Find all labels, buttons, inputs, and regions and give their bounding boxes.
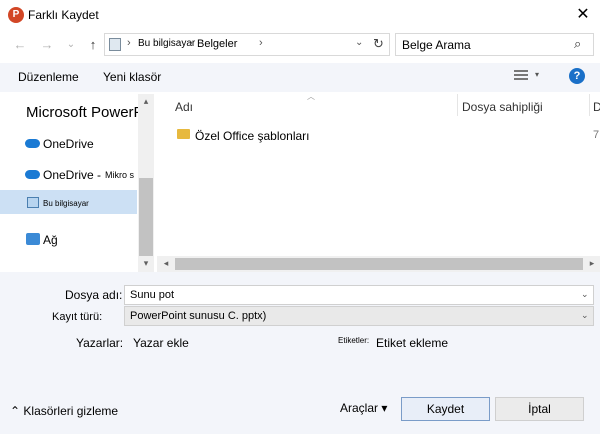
filetype-value: PowerPoint sunusu C. pptx)	[130, 310, 267, 322]
navigation-pane: Microsoft PowerPC 'e OneDrive OneDrive -…	[0, 94, 154, 272]
network-icon	[26, 233, 40, 245]
column-divider[interactable]	[589, 94, 590, 116]
filetype-select[interactable]: PowerPoint sunusu C. pptx) ⌄	[124, 306, 594, 326]
hide-folders-button[interactable]: ⌃ Klasörleri gizleme	[10, 404, 118, 418]
computer-icon	[109, 38, 121, 51]
address-separator[interactable]: ›	[127, 37, 131, 49]
breadcrumb-belgeler[interactable]: Belgeler	[197, 38, 237, 50]
scroll-up-icon[interactable]: ▴	[138, 96, 154, 107]
forward-button[interactable]: →	[38, 36, 56, 54]
address-separator[interactable]: ›	[189, 37, 193, 49]
column-divider[interactable]	[457, 94, 458, 116]
file-list-horizontal-scrollbar[interactable]: ◂ ▸	[157, 256, 600, 272]
tags-input[interactable]: Etiket ekleme	[376, 336, 448, 350]
breadcrumb-bu-bilgisayar[interactable]: Bu bilgisayar	[138, 38, 195, 49]
filename-label: Dosya adı:	[65, 288, 123, 302]
close-button[interactable]: ✕	[568, 2, 598, 28]
title-bar: P Farklı Kaydet ✕	[0, 0, 600, 30]
onedrive-business-cloud-icon	[25, 170, 40, 179]
organize-button[interactable]: Düzenleme	[18, 70, 79, 84]
filetype-label: Kayıt türü:	[52, 311, 103, 323]
back-button[interactable]: ←	[11, 36, 29, 54]
tags-label: Etiketler:	[338, 336, 370, 345]
search-icon[interactable]: ⌕	[574, 36, 581, 52]
column-header-name[interactable]: Adı	[175, 100, 193, 114]
authors-input[interactable]: Yazar ekle	[133, 336, 189, 350]
up-button[interactable]: ↑	[84, 36, 102, 54]
search-input[interactable]: Belge Arama	[402, 38, 471, 52]
hide-folders-label: Klasörleri gizleme	[23, 404, 119, 418]
address-separator[interactable]: ›	[259, 37, 263, 49]
list-item-date-clipped: 7	[593, 129, 600, 141]
tools-label: Araçlar	[340, 401, 379, 415]
scroll-down-icon[interactable]: ▾	[138, 258, 154, 269]
authors-label: Yazarlar:	[76, 336, 124, 350]
nav-item-bu-bilgisayar[interactable]: Bu bilgisayar	[43, 199, 89, 208]
file-list: ︿ Adı Dosya sahipliği D Özel Office şabl…	[157, 94, 600, 272]
scroll-right-icon[interactable]: ▸	[584, 258, 600, 269]
filetype-dropdown-chevron-icon[interactable]: ⌄	[581, 310, 589, 321]
filename-field[interactable]: Sunu pot ⌄	[124, 285, 594, 305]
column-header-date[interactable]: D	[593, 100, 600, 114]
filename-input[interactable]: Sunu pot	[130, 289, 174, 301]
nav-item-onedrive-business-sub: Mikro s	[105, 170, 134, 180]
powerpoint-app-icon: P	[8, 7, 24, 23]
save-button[interactable]: Kaydet	[401, 397, 490, 421]
cancel-button[interactable]: İptal	[495, 397, 584, 421]
nav-item-ag[interactable]: Ağ	[43, 233, 58, 247]
folder-icon	[177, 129, 190, 139]
tools-button[interactable]: Araçlar ▾	[340, 401, 387, 415]
horizontal-scroll-thumb[interactable]	[175, 258, 583, 270]
computer-icon	[27, 197, 39, 208]
list-item-folder-name[interactable]: Özel Office şablonları	[195, 129, 310, 143]
column-header-ownership[interactable]: Dosya sahipliği	[462, 100, 543, 114]
search-box[interactable]: Belge Arama ⌕	[395, 33, 594, 56]
address-bar[interactable]: › Bu bilgisayar › Belgeler › ⌄ ↻	[104, 33, 390, 56]
nav-item-onedrive[interactable]: OneDrive	[43, 137, 94, 151]
nav-header-powerpoint[interactable]: Microsoft PowerPC 'e	[26, 104, 154, 121]
tools-caret-icon: ▾	[381, 401, 388, 415]
filename-dropdown-chevron-icon[interactable]: ⌄	[581, 289, 589, 300]
help-icon[interactable]: ?	[569, 68, 585, 84]
nav-item-onedrive-business[interactable]: OneDrive -	[43, 168, 101, 182]
nav-pane-scroll-thumb[interactable]	[139, 178, 153, 256]
address-dropdown-chevron-icon[interactable]: ⌄	[355, 37, 363, 48]
nav-pane-scrollbar[interactable]: ▴ ▾	[138, 94, 154, 272]
view-options-caret-icon[interactable]: ▾	[535, 70, 539, 79]
command-toolbar: Düzenleme Yeni klasör ▾	[0, 63, 600, 92]
window-title: Farklı Kaydet	[28, 8, 99, 22]
scroll-left-icon[interactable]: ◂	[158, 258, 174, 269]
refresh-icon[interactable]: ↻	[373, 36, 384, 52]
recent-locations-button[interactable]: ⌄	[62, 36, 80, 54]
onedrive-cloud-icon	[25, 139, 40, 148]
view-options-icon[interactable]	[514, 70, 528, 82]
sort-caret-icon: ︿	[307, 94, 315, 101]
chevron-up-icon: ⌃	[10, 404, 21, 418]
new-folder-button[interactable]: Yeni klasör	[103, 70, 161, 84]
